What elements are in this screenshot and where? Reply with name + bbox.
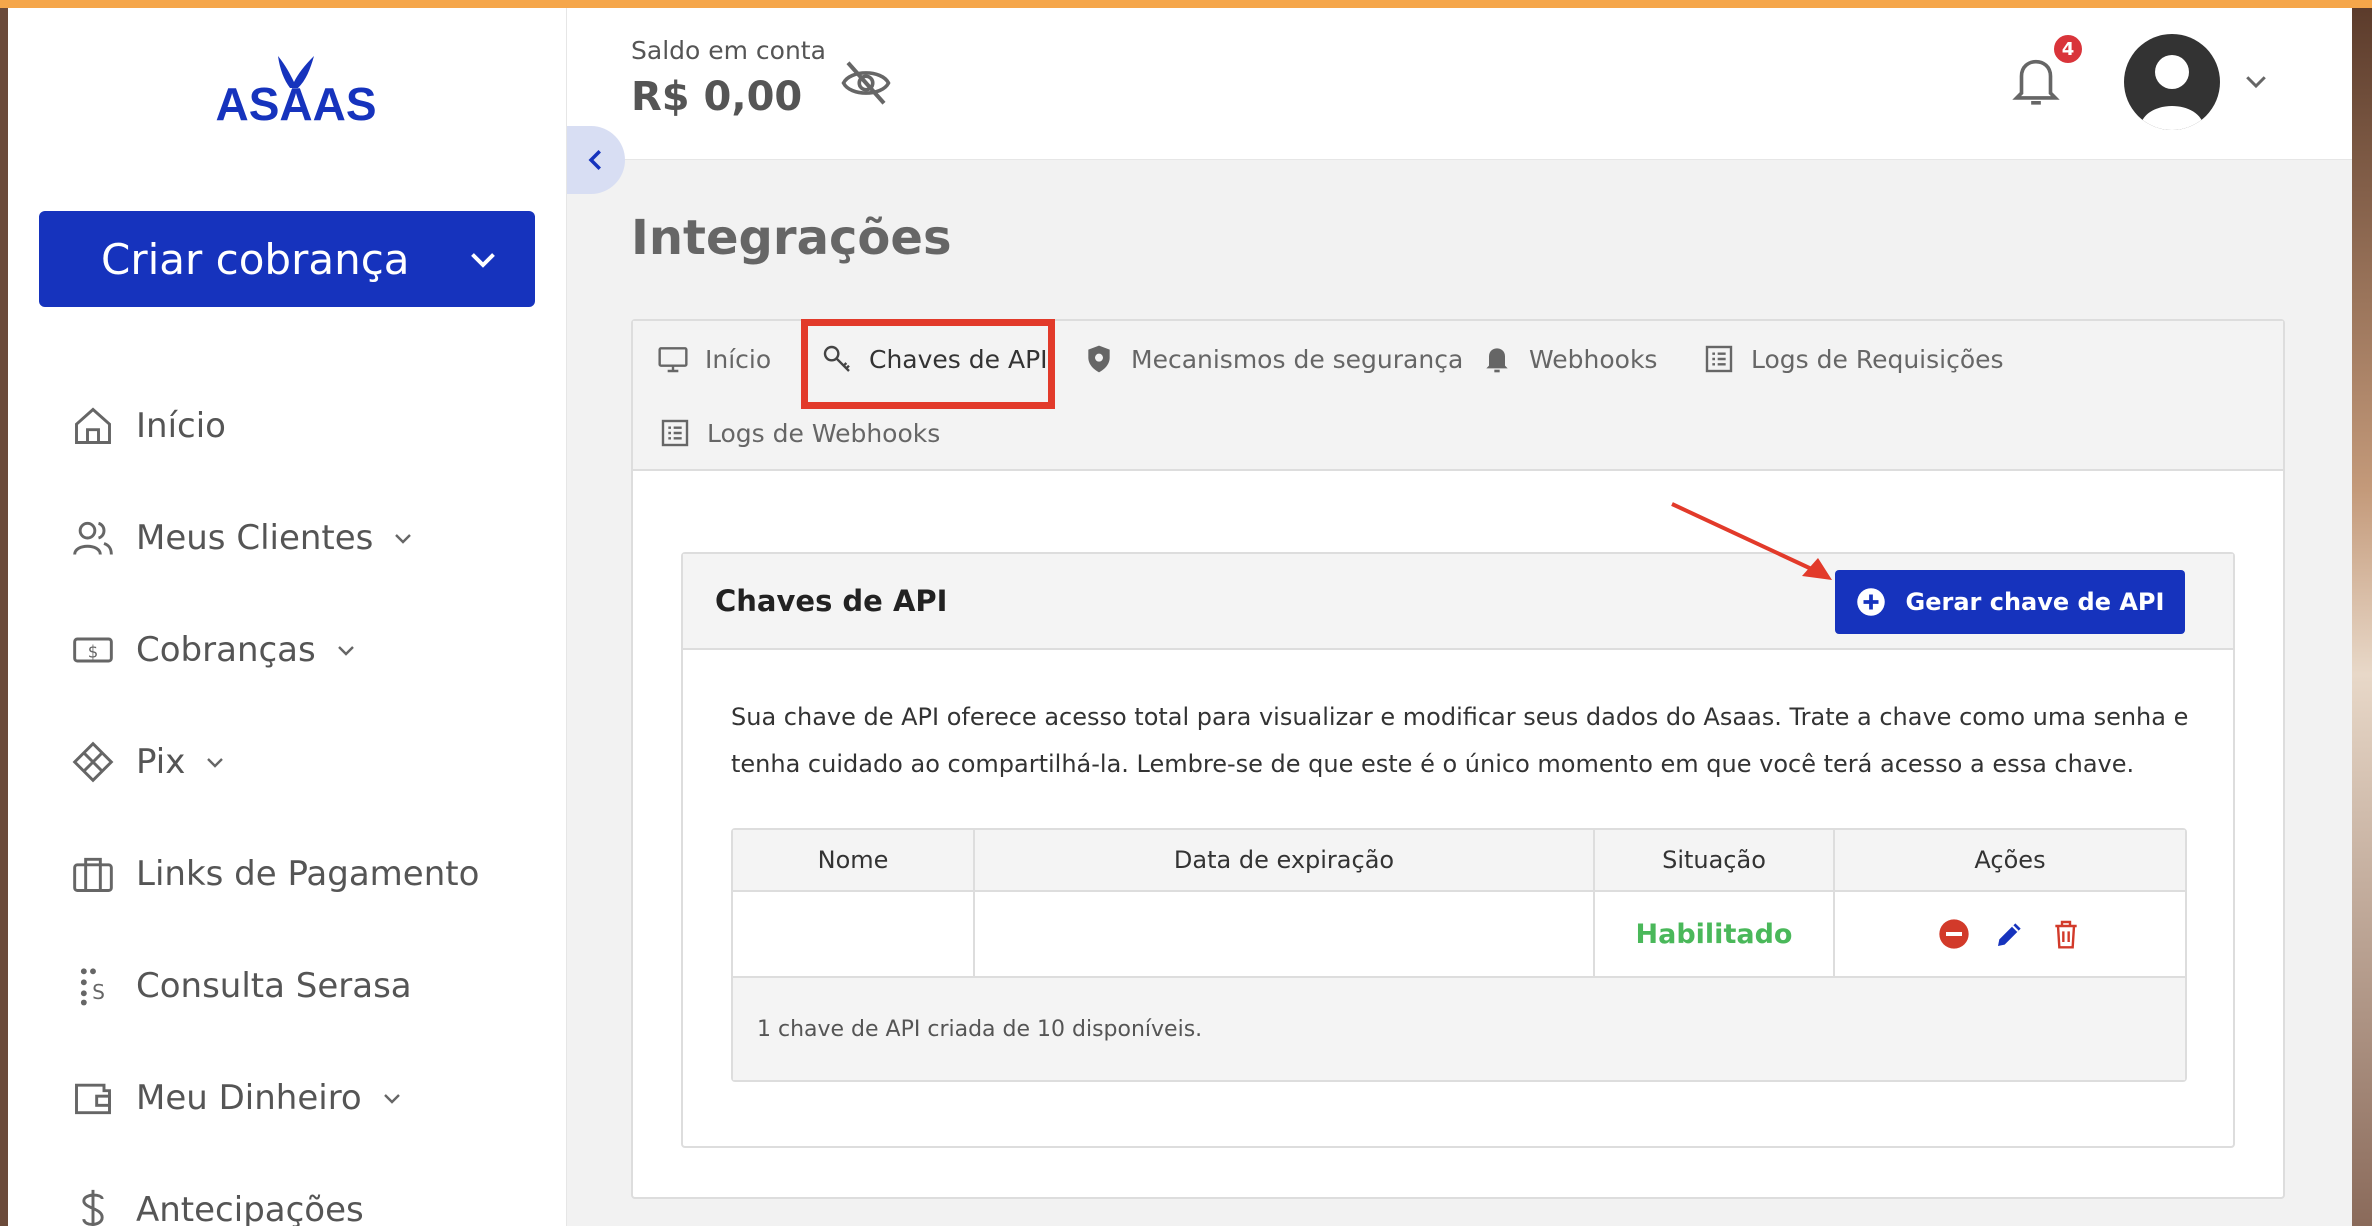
tab-highlight-annotation	[801, 319, 1055, 409]
sidebar-item-pix[interactable]: Pix	[68, 706, 548, 818]
bell-icon	[1486, 348, 1508, 373]
edit-icon[interactable]	[1994, 918, 2026, 950]
expiration-cell	[975, 892, 1595, 976]
home-icon	[68, 401, 118, 451]
balance-value: R$ 0,00	[631, 74, 803, 120]
monitor-icon	[658, 347, 688, 373]
column-header: Ações	[1835, 830, 2185, 892]
sidebar-item-label: Meus Clientes	[136, 518, 374, 558]
chevron-down-icon	[471, 253, 495, 268]
chevron-down-icon	[395, 534, 412, 544]
column-header: Nome	[733, 830, 975, 892]
users-icon	[68, 513, 118, 563]
tab-mecanismos-de-seguranca[interactable]: Mecanismos de segurança	[1083, 339, 1463, 379]
tab-webhooks[interactable]: Webhooks	[1481, 339, 1657, 379]
page-title: Integrações	[631, 210, 952, 266]
tab-label: Webhooks	[1529, 344, 1658, 374]
shield-icon	[1088, 345, 1110, 373]
sidebar-item-meus-clientes[interactable]: Meus Clientes	[68, 482, 548, 594]
top-header: Saldo em conta R$ 0,00 4	[567, 8, 2352, 160]
tab-inicio[interactable]: Início	[657, 339, 771, 379]
table-header-row: Nome Data de expiração Situação Ações	[733, 830, 2185, 892]
create-charge-label: Criar cobrança	[101, 234, 410, 284]
chevron-down-icon	[207, 758, 224, 768]
list-icon	[661, 419, 689, 447]
card-title: Chaves de API	[715, 584, 948, 618]
sidebar-item-links-de-pagamento[interactable]: Links de Pagamento	[68, 818, 548, 930]
sidebar-item-inicio[interactable]: Início	[68, 370, 548, 482]
sidebar-nav: Início Meus Clientes $ Cobranças Pix Lin…	[68, 370, 548, 1226]
tab-bar: Início Chaves de API Mecanismos de segur…	[633, 319, 2283, 471]
chevron-down-icon[interactable]	[2239, 66, 2273, 96]
top-accent-bar	[0, 0, 2372, 8]
balance-label: Saldo em conta	[631, 36, 826, 65]
sidebar-item-label: Cobranças	[136, 630, 316, 670]
briefcase-icon	[68, 849, 118, 899]
table-row: Habilitado	[733, 892, 2185, 976]
sidebar-item-label: Links de Pagamento	[136, 854, 480, 894]
actions-cell	[1835, 892, 2185, 976]
column-header: Situação	[1595, 830, 1835, 892]
serasa-icon: S	[68, 961, 118, 1011]
annotation-arrow	[1671, 502, 1832, 580]
card-header: Chaves de API Gerar chave de API	[683, 554, 2233, 650]
chevron-down-icon	[383, 1094, 400, 1104]
tab-logs-de-webhooks[interactable]: Logs de Webhooks	[659, 413, 940, 453]
sidebar-item-label: Consulta Serasa	[136, 966, 412, 1006]
list-icon	[1705, 345, 1733, 373]
asaas-logo[interactable]: ASAAS	[186, 48, 406, 130]
sidebar-item-antecipacoes[interactable]: Antecipações	[68, 1154, 548, 1226]
tab-logs-de-requisicoes[interactable]: Logs de Requisições	[1703, 339, 2004, 379]
disable-icon[interactable]	[1938, 918, 1970, 950]
tab-label: Logs de Requisições	[1751, 344, 2004, 374]
trash-icon[interactable]	[2050, 918, 2082, 950]
chevron-down-icon	[337, 646, 354, 656]
table-footer: 1 chave de API criada de 10 disponíveis.	[733, 976, 2185, 1080]
column-header: Data de expiração	[975, 830, 1595, 892]
sidebar-item-meu-dinheiro[interactable]: Meu Dinheiro	[68, 1042, 548, 1154]
sidebar-item-consulta-serasa[interactable]: S Consulta Serasa	[68, 930, 548, 1042]
integrations-panel: Início Chaves de API Mecanismos de segur…	[631, 319, 2285, 1199]
chevron-left-icon	[588, 150, 601, 170]
generate-api-key-label: Gerar chave de API	[1905, 588, 2165, 616]
sidebar-item-label: Início	[136, 406, 226, 446]
tab-label: Mecanismos de segurança	[1131, 344, 1464, 374]
sidebar-item-cobrancas[interactable]: $ Cobranças	[68, 594, 548, 706]
svg-text:S: S	[92, 980, 105, 1004]
user-icon	[2140, 55, 2204, 130]
eye-off-icon[interactable]	[839, 56, 893, 110]
create-charge-button[interactable]: Criar cobrança	[39, 211, 535, 307]
sidebar: ASAAS Criar cobrança Início Meus Cliente…	[8, 8, 567, 1226]
pix-icon	[68, 737, 118, 787]
tab-label: Logs de Webhooks	[707, 418, 941, 448]
money-icon: $	[68, 625, 118, 675]
sidebar-item-label: Pix	[136, 742, 186, 782]
sidebar-item-label: Antecipações	[136, 1190, 364, 1226]
window-edge	[2352, 0, 2372, 1226]
api-key-description: Sua chave de API oferece acesso total pa…	[731, 703, 2189, 778]
tab-label: Início	[705, 344, 772, 374]
logo-text: ASAAS	[215, 78, 376, 128]
api-keys-card: Chaves de API Gerar chave de API Sua cha…	[681, 552, 2235, 1148]
key-name-cell	[733, 892, 975, 976]
wallet-icon	[68, 1073, 118, 1123]
window-edge	[0, 0, 8, 1226]
avatar[interactable]	[2124, 34, 2220, 130]
api-keys-table: Nome Data de expiração Situação Ações Ha…	[731, 828, 2187, 1082]
plus-circle-icon	[1856, 588, 1885, 616]
status-badge: Habilitado	[1635, 918, 1793, 950]
dollar-icon	[68, 1185, 118, 1226]
notification-badge: 4	[2051, 32, 2085, 66]
sidebar-item-label: Meu Dinheiro	[136, 1078, 362, 1118]
generate-api-key-button[interactable]: Gerar chave de API	[1835, 570, 2185, 634]
status-cell: Habilitado	[1595, 892, 1835, 976]
svg-text:$: $	[88, 642, 99, 661]
